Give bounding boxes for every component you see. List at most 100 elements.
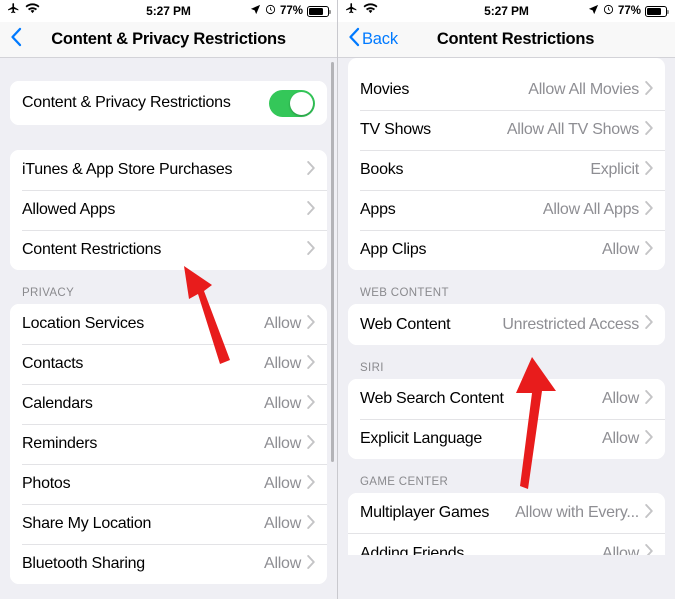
row-content-restrictions[interactable]: Content Restrictions (10, 230, 327, 270)
row-photos[interactable]: Photos Allow (10, 464, 327, 504)
row-label: Content Restrictions (22, 241, 162, 258)
settings-list-right[interactable]: Music Profiles Off Movies Allow All Movi… (338, 58, 675, 599)
row-adding-friends[interactable]: Adding Friends Allow (348, 533, 665, 555)
row-label: Music Profiles (360, 58, 456, 59)
row-label: Bluetooth Sharing (22, 555, 145, 572)
row-label: Multiplayer Games (360, 504, 490, 521)
location-arrow-icon (250, 4, 261, 18)
row-value: Allow (264, 555, 301, 572)
clipped-row-adding-friends[interactable]: Adding Friends Allow (348, 533, 665, 555)
battery-percent-label: 77% (279, 5, 303, 17)
row-value: Allow All Movies (528, 81, 639, 98)
content-privacy-restrictions-toggle[interactable] (269, 89, 315, 117)
row-calendars[interactable]: Calendars Allow (10, 384, 327, 424)
wifi-icon (363, 2, 378, 20)
row-label: iTunes & App Store Purchases (22, 161, 233, 178)
row-explicit-language[interactable]: Explicit Language Allow (348, 419, 665, 459)
row-label: Location Services (22, 315, 145, 332)
airplane-mode-icon (345, 2, 358, 20)
row-label: Books (360, 161, 404, 178)
row-value: Allow (264, 355, 301, 372)
row-apps[interactable]: Apps Allow All Apps (348, 190, 665, 230)
section-header-privacy: PRIVACY (22, 287, 75, 299)
chevron-right-icon (307, 514, 315, 534)
chevron-right-icon (307, 200, 315, 220)
vertical-scrollbar-left[interactable] (331, 62, 334, 462)
settings-list-left[interactable]: Content & Privacy Restrictions iTunes & … (0, 58, 337, 599)
row-reminders[interactable]: Reminders Allow (10, 424, 327, 464)
row-value: Allow (264, 515, 301, 532)
row-value: Unrestricted Access (502, 315, 639, 333)
row-location-services[interactable]: Location Services Allow (10, 304, 327, 344)
page-title-left: Content & Privacy Restrictions (51, 30, 286, 48)
row-value: Allow (264, 395, 301, 412)
chevron-right-icon (307, 394, 315, 414)
row-value: Allow (602, 430, 639, 447)
status-bar-left-icons (7, 2, 40, 20)
row-label: App Clips (360, 241, 427, 258)
row-value: Allow (602, 544, 639, 556)
row-web-content[interactable]: Web Content Unrestricted Access (348, 304, 665, 345)
web-content-group: Web Content Unrestricted Access (348, 304, 665, 345)
row-value: Allow (264, 435, 301, 452)
row-app-clips[interactable]: App Clips Allow (348, 230, 665, 270)
status-bar-right-icons: 77% (250, 4, 331, 18)
row-share-my-location[interactable]: Share My Location Allow (10, 504, 327, 544)
row-itunes-app-store-purchases[interactable]: iTunes & App Store Purchases (10, 150, 327, 190)
row-label: Share My Location (22, 515, 152, 532)
chevron-right-icon (645, 240, 653, 260)
row-multiplayer-games[interactable]: Multiplayer Games Allow with Every... (348, 493, 665, 533)
section-header-game-center: GAME CENTER (360, 476, 449, 488)
nav-bar-left: Content & Privacy Restrictions (0, 22, 337, 58)
row-music-profiles: Music Profiles Off (348, 58, 665, 70)
chevron-right-icon (307, 314, 315, 334)
row-label: Calendars (22, 395, 93, 412)
siri-group: Web Search Content Allow Explicit Langua… (348, 379, 665, 459)
row-label: Adding Friends (360, 544, 465, 556)
chevron-right-icon (645, 120, 653, 140)
chevron-right-icon (645, 200, 653, 220)
row-label: Photos (22, 475, 71, 492)
back-button-left[interactable] (10, 27, 24, 52)
row-label: TV Shows (360, 121, 431, 138)
row-web-search-content[interactable]: Web Search Content Allow (348, 379, 665, 419)
row-tv-shows[interactable]: TV Shows Allow All TV Shows (348, 110, 665, 150)
row-books[interactable]: Books Explicit (348, 150, 665, 190)
row-allowed-apps[interactable]: Allowed Apps (10, 190, 327, 230)
row-value: Allow (602, 241, 639, 258)
row-value: Allow All TV Shows (506, 121, 639, 138)
back-button-right[interactable]: Back (348, 27, 398, 52)
orientation-lock-icon (265, 4, 276, 18)
row-label: Contacts (22, 355, 84, 372)
clipped-row-music-profiles[interactable]: Music Profiles Off (348, 58, 665, 70)
chevron-right-icon (645, 544, 653, 555)
location-arrow-icon (588, 4, 599, 18)
left-phone-screen: 5:27 PM 77% Content & Privacy Restrictio… (0, 0, 338, 599)
status-bar-left-icons (345, 2, 378, 20)
section-header-siri: SIRI (360, 362, 384, 374)
row-contacts[interactable]: Contacts Allow (10, 344, 327, 384)
row-value: Allow with Every... (515, 504, 639, 521)
ratings-group: Movies Allow All Movies TV Shows Allow A… (348, 70, 665, 270)
main-options-group: iTunes & App Store Purchases Allowed App… (10, 150, 327, 270)
row-label: Web Search Content (360, 390, 504, 407)
chevron-right-icon (307, 240, 315, 260)
master-toggle-group: Content & Privacy Restrictions (10, 81, 327, 125)
row-content-privacy-restrictions-toggle[interactable]: Content & Privacy Restrictions (10, 81, 327, 125)
back-button-label-right: Back (362, 30, 398, 48)
row-value: Explicit (590, 161, 639, 178)
airplane-mode-icon (7, 2, 20, 20)
right-phone-screen: 5:27 PM 77% Back Content Restrictions Mo… (338, 0, 675, 599)
battery-icon (645, 5, 669, 17)
chevron-right-icon (307, 160, 315, 180)
row-value: Allow (264, 475, 301, 492)
row-bluetooth-sharing[interactable]: Bluetooth Sharing Allow (10, 544, 327, 584)
row-label: Apps (360, 201, 396, 218)
wifi-icon (25, 2, 40, 20)
row-movies[interactable]: Movies Allow All Movies (348, 70, 665, 110)
row-value: Allow (264, 315, 301, 332)
chevron-right-icon (645, 160, 653, 180)
row-value: Allow (602, 390, 639, 407)
chevron-right-icon (307, 434, 315, 454)
privacy-group: Location Services Allow Contacts Allow C… (10, 304, 327, 584)
